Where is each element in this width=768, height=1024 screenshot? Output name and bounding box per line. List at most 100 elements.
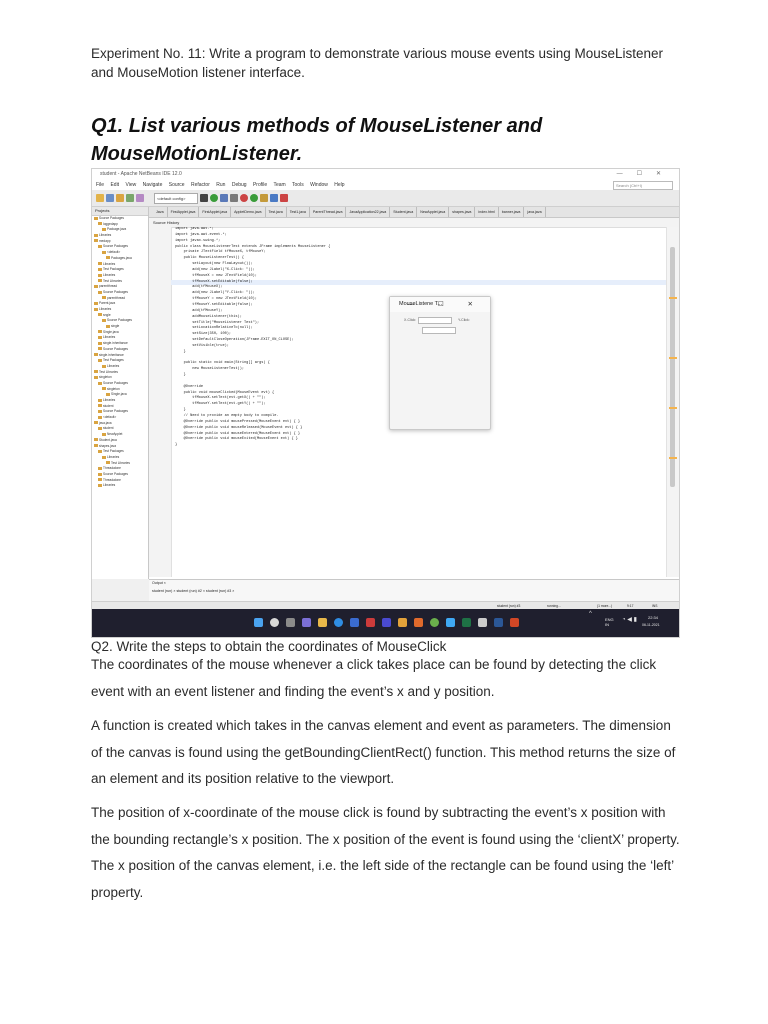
menu-navigate[interactable]: Navigate	[143, 182, 163, 188]
editor-tab[interactable]: JavaApplication22.java	[346, 207, 391, 217]
start-icon[interactable]	[254, 618, 263, 627]
taskbar-time[interactable]: 22:34	[648, 615, 658, 620]
folder-icon	[98, 336, 102, 340]
word-icon[interactable]	[494, 618, 503, 627]
tree-item-label: Libraries	[99, 233, 112, 238]
scroll-thumb[interactable]	[670, 247, 675, 487]
editor-tab[interactable]: ParentThread.java	[310, 207, 347, 217]
menu-team[interactable]: Team	[273, 182, 285, 188]
open-project-icon[interactable]	[116, 194, 124, 202]
editor-tab[interactable]: Test.java	[266, 207, 287, 217]
tree-item-label: Test Packages	[103, 358, 124, 363]
chat-icon[interactable]	[302, 618, 311, 627]
taskbar-date[interactable]: 06-11-2021	[642, 623, 660, 628]
editor-scrollbar[interactable]	[666, 227, 679, 577]
excel-icon[interactable]	[462, 618, 471, 627]
code-text: @Override public void mouseReleased(Mous…	[175, 425, 303, 430]
build-icon[interactable]	[200, 194, 208, 202]
tree-item-label: Source Packages	[107, 318, 132, 323]
output-subtabs[interactable]: student (run) × student (run) #2 × stude…	[152, 589, 234, 593]
app-icon[interactable]	[382, 618, 391, 627]
y-click-label: Y-Click:	[458, 318, 470, 322]
projects-header[interactable]: Projects	[92, 207, 148, 216]
menu-help[interactable]: Help	[334, 182, 344, 188]
run-icon[interactable]	[210, 194, 218, 202]
attach-icon[interactable]	[270, 194, 278, 202]
menu-tools[interactable]: Tools	[292, 182, 304, 188]
editor-tab[interactable]: shapes.java	[449, 207, 476, 217]
app-icon[interactable]	[446, 618, 455, 627]
file-explorer-icon[interactable]	[318, 618, 327, 627]
editor-tab[interactable]: Java	[153, 207, 168, 217]
editor-tab[interactable]: index.html	[475, 207, 499, 217]
new-project-icon[interactable]	[96, 194, 104, 202]
frame-window-controls[interactable]: — ☐ ✕	[408, 297, 484, 312]
tree-item-label: Libraries	[99, 307, 112, 311]
code-text: setSize(350, 100);	[175, 332, 232, 337]
output-tab[interactable]: Output ×	[152, 581, 166, 585]
folder-icon	[98, 466, 102, 470]
folder-icon	[94, 216, 98, 220]
task-view-icon[interactable]	[286, 618, 295, 627]
tree-item-label: <default>	[103, 415, 117, 420]
y-click-field[interactable]	[422, 327, 456, 334]
new-file-icon[interactable]	[106, 194, 114, 202]
tool-icon[interactable]	[280, 194, 288, 202]
menu-debug[interactable]: Debug	[232, 182, 247, 188]
editor-tab[interactable]: FirstApplet.java	[199, 207, 232, 217]
profile-icon[interactable]	[230, 194, 238, 202]
editor-tab[interactable]: java.java	[524, 207, 546, 217]
gc-icon[interactable]	[250, 194, 258, 202]
menu-profile[interactable]: Profile	[253, 182, 267, 188]
x-click-field[interactable]	[418, 317, 452, 324]
window-controls[interactable]: —☐✕	[617, 169, 675, 180]
menu-edit[interactable]: Edit	[110, 182, 119, 188]
language-indicator[interactable]: ENG IN	[605, 617, 617, 627]
edge-icon[interactable]	[334, 618, 343, 627]
menu-file[interactable]: File	[96, 182, 104, 188]
editor-tab[interactable]: NewApplet.java	[417, 207, 450, 217]
folder-icon	[102, 250, 106, 254]
editor-tab[interactable]: banner.java	[499, 207, 525, 217]
editor-tab[interactable]: AppletDemo.java	[231, 207, 266, 217]
store-icon[interactable]	[350, 618, 359, 627]
folder-icon	[94, 301, 98, 305]
stop-icon[interactable]	[240, 194, 248, 202]
menu-refactor[interactable]: Refactor	[191, 182, 210, 188]
wifi-volume-battery-icon[interactable]: ◔ ◀ ▮	[622, 617, 637, 623]
folder-icon	[98, 273, 102, 277]
tree-item[interactable]: Libraries	[92, 483, 148, 489]
folder-icon	[94, 421, 98, 425]
undo-icon[interactable]	[136, 194, 144, 202]
ide-search-input[interactable]: Search (Ctrl+I)	[613, 181, 673, 190]
code-text: @Override public void mousePressed(Mouse…	[175, 419, 301, 424]
app-icon[interactable]	[414, 618, 423, 627]
folder-icon	[102, 455, 106, 459]
netbeans-icon[interactable]	[510, 618, 519, 627]
search-icon[interactable]	[270, 618, 279, 627]
editor-tab[interactable]: FirstApplet.java	[168, 207, 200, 217]
folder-icon	[102, 364, 106, 368]
tree-item-label: Source Packages	[103, 471, 128, 476]
app-icon[interactable]	[366, 618, 375, 627]
tray-chevron-icon[interactable]: ^	[589, 611, 592, 617]
editor-tab[interactable]: Student.java	[390, 207, 418, 217]
save-all-icon[interactable]	[126, 194, 134, 202]
app-icon[interactable]	[398, 618, 407, 627]
debug-icon[interactable]	[220, 194, 228, 202]
tree-item-label: Test Libraries	[111, 460, 130, 465]
editor-tab[interactable]: Test1.java	[287, 207, 310, 217]
menu-run[interactable]: Run	[216, 182, 225, 188]
code-line: 38}	[171, 443, 666, 449]
menu-source[interactable]: Source	[169, 182, 185, 188]
menu-window[interactable]: Window	[310, 182, 328, 188]
menu-view[interactable]: View	[125, 182, 136, 188]
app-icon[interactable]	[478, 618, 487, 627]
chrome-icon[interactable]	[430, 618, 439, 627]
tree-item-label: medapp	[99, 238, 111, 243]
folder-icon	[98, 222, 102, 226]
memory-icon[interactable]	[260, 194, 268, 202]
tree-item-label: Threadalone	[103, 477, 121, 482]
config-select[interactable]: <default config>	[154, 193, 198, 204]
code-text: tfMouseX = new JTextField(10);	[175, 273, 257, 278]
